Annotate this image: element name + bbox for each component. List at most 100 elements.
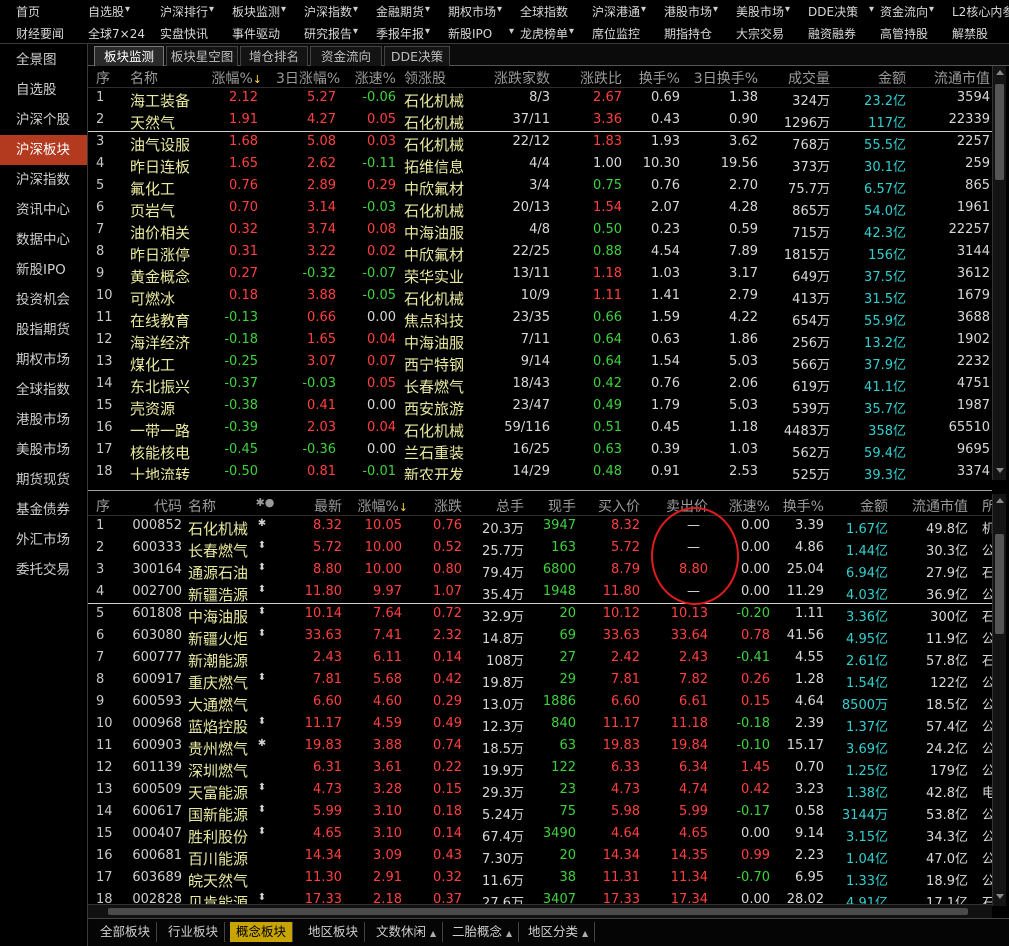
menu-item[interactable]: 财经要闻 [16,25,64,42]
table-row[interactable]: 14 600617 国新能源 ⬍ 5.99 3.10 0.18 5.24万 75 5.98 5.99… [88,802,992,824]
scroll-thumb[interactable] [995,534,1004,634]
menu-item[interactable]: 金融期货 [376,3,424,20]
table-row[interactable]: 4 002700 新疆浩源 ⬍ 11.80 9.97 1.07 35.4万 1948 11.80 —… [88,582,992,604]
column-header[interactable]: 涨幅%↓ [342,496,408,516]
sidebar-item[interactable]: 港股市场 [0,405,87,435]
scroll-up-arrow[interactable] [996,498,1004,503]
sidebar-item[interactable]: 股指期货 [0,315,87,345]
sidebar-item[interactable]: 全景图 [0,45,87,75]
sidebar-item[interactable]: 资讯中心 [0,195,87,225]
sidebar-item[interactable]: 期权市场 [0,345,87,375]
stock-horizontal-scrollbar[interactable] [88,904,992,918]
menu-item[interactable]: 期指持仓 [664,25,712,42]
menu-item[interactable]: 季报年报 [376,25,424,42]
table-row[interactable]: 12 601139 深圳燃气 6.31 3.61 0.22 19.9万 122 6.33 6.34… [88,758,992,780]
table-row[interactable]: 17 603689 皖天然气 11.30 2.91 0.32 11.6万 38 11.31 11.… [88,868,992,890]
menu-item[interactable]: 自选股 [88,3,124,20]
tab-6[interactable]: 地区分类 ▲ [522,922,596,942]
table-row[interactable]: 1 000852 石化机械 ✱ 8.32 10.05 0.76 20.3万 3947 8.32 — 0… [88,516,992,538]
column-header[interactable]: 序 [96,496,118,516]
tab-1[interactable]: 板块星空图 [166,46,238,66]
table-row[interactable]: 11 600903 贵州燃气 ✱ 19.83 3.88 0.74 18.5万 63 19.83 19… [88,736,992,758]
table-row[interactable]: 8 600917 重庆燃气 ⬍ 7.81 5.68 0.42 19.8万 29 7.81 7.82 0… [88,670,992,692]
table-row[interactable]: 7 600777 新潮能源 2.43 6.11 0.14 108万 27 2.42 2.43 -0.… [88,648,992,670]
menu-item[interactable]: 实盘快讯 [160,25,208,42]
sidebar-item[interactable]: 自选股 [0,75,87,105]
column-header[interactable]: 换手% [622,68,680,88]
menu-item[interactable]: 融资融券 [808,25,856,42]
column-header[interactable]: 涨跌 [408,496,462,516]
table-row[interactable]: 15 000407 胜利股份 ⬍ 4.65 3.10 0.14 67.4万 3490 4.64 4.… [88,824,992,846]
table-row[interactable]: 4 昨日连板 1.65 2.62 -0.11 拓维信息 4/4 1.00 10.30 19.56 3… [88,154,992,176]
tab-1[interactable]: 行业板块 [162,922,226,942]
menu-item[interactable]: 席位监控 [592,25,640,42]
column-header[interactable]: 名称 [130,68,206,88]
column-header[interactable]: 成交量 [748,68,830,88]
table-row[interactable]: 13 600509 天富能源 ⬍ 4.73 3.28 0.15 29.3万 23 4.73 4.74… [88,780,992,802]
column-header[interactable]: 代码 [118,496,182,516]
menu-item[interactable]: 大宗交易 [736,25,784,42]
menu-item[interactable]: L2核心内参 [952,3,1009,20]
column-header[interactable]: 最新 [280,496,342,516]
table-row[interactable]: 15 壳资源 -0.38 0.41 0.00 西安旅游 23/47 0.49 1.79 5.03 5… [88,396,992,418]
sidebar-item[interactable]: 新股IPO [0,255,87,285]
menu-item[interactable]: 港股市场 [664,3,712,20]
menu-item[interactable]: 美股市场 [736,3,784,20]
table-row[interactable]: 11 在线教育 -0.13 0.66 0.00 焦点科技 23/35 0.66 1.59 4.22… [88,308,992,330]
tab-3[interactable]: 地区板块 [302,922,366,942]
stock-scrollbar[interactable] [992,494,1006,906]
scroll-down-arrow[interactable] [996,468,1004,473]
sidebar-item[interactable]: 期货现货 [0,465,87,495]
sidebar-item[interactable]: 投资机会 [0,285,87,315]
table-row[interactable]: 17 核能核电 -0.45 -0.36 0.00 兰石重装 16/25 0.63 0.39 1.0… [88,440,992,462]
sidebar-item[interactable]: 沪深板块 [0,135,87,165]
menu-item[interactable]: 沪深港通 [592,3,640,20]
column-header[interactable]: 流通市值 [898,496,968,516]
column-header[interactable]: 买入价 [580,496,640,516]
table-row[interactable]: 3 油气设服 1.68 5.08 0.03 石化机械 22/12 1.83 1.93 3.62 76… [88,132,992,154]
sidebar-item[interactable]: 美股市场 [0,435,87,465]
menu-item[interactable]: 研究报告 [304,25,352,42]
table-row[interactable]: 2 天然气 1.91 4.27 0.05 石化机械 37/11 3.36 0.43 0.90 129… [88,110,992,132]
sidebar-item[interactable]: 委托交易 [0,555,87,585]
column-header[interactable]: 领涨股 [404,68,470,88]
menu-item[interactable]: 期权市场 [448,3,496,20]
table-row[interactable]: 16 600681 百川能源 14.34 3.09 0.43 7.30万 20 14.34 14.… [88,846,992,868]
scroll-down-arrow[interactable] [996,894,1004,899]
menu-item[interactable]: 板块监测 [232,3,280,20]
menu-item[interactable]: 新股IPO [448,25,492,42]
column-header[interactable]: 现手 [534,496,576,516]
column-header[interactable]: 金额 [840,68,906,88]
table-row[interactable]: 2 600333 长春燃气 ⬍ 5.72 10.00 0.52 25.7万 163 5.72 — 0.… [88,538,992,560]
tab-0[interactable]: 板块监测 [94,46,164,66]
tab-3[interactable]: 资金流向 [310,46,382,66]
column-header[interactable]: 卖出价 [650,496,708,516]
sidebar-item[interactable]: 沪深个股 [0,105,87,135]
table-row[interactable]: 9 600593 大通燃气 6.60 4.60 0.29 13.0万 1886 6.60 6.61… [88,692,992,714]
table-row[interactable]: 14 东北振兴 -0.37 -0.03 0.05 长春燃气 18/43 0.42 0.76 2.0… [88,374,992,396]
menu-item[interactable]: 资金流向 [880,3,928,20]
table-row[interactable]: 5 氟化工 0.76 2.89 0.29 中欣氟材 3/4 0.75 0.76 2.70 75.7万… [88,176,992,198]
sidebar-item[interactable]: 沪深指数 [0,165,87,195]
table-row[interactable]: 10 可燃冰 0.18 3.88 -0.05 石化机械 10/9 1.11 1.41 2.79 41… [88,286,992,308]
menu-item[interactable]: 首页 [16,3,40,20]
column-header[interactable]: 3日涨幅% [276,68,340,88]
column-header[interactable]: 涨跌家数 [486,68,550,88]
tab-4[interactable]: DDE决策 [384,46,450,66]
sector-scrollbar[interactable] [992,66,1006,480]
table-row[interactable]: 7 油价相关 0.32 3.74 0.08 中海油服 4/8 0.50 0.23 0.59 715万… [88,220,992,242]
table-row[interactable]: 13 煤化工 -0.25 3.07 0.07 西宁特钢 9/14 0.64 1.54 5.03 56… [88,352,992,374]
table-row[interactable]: 1 海工装备 2.12 5.27 -0.06 石化机械 8/3 2.67 0.69 1.38 324… [88,88,992,110]
column-header[interactable]: 涨速% [712,496,770,516]
scroll-thumb[interactable] [108,908,968,915]
sidebar-item[interactable]: 基金债券 [0,495,87,525]
sidebar-item[interactable]: 数据中心 [0,225,87,255]
table-row[interactable]: 8 昨日涨停 0.31 3.22 0.02 中欣氟材 22/25 0.88 4.54 7.89 18… [88,242,992,264]
column-header[interactable]: 换手% [764,496,824,516]
table-row[interactable]: 6 页岩气 0.70 3.14 -0.03 石化机械 20/13 1.54 2.07 4.28 86… [88,198,992,220]
menu-item[interactable]: 沪深指数 [304,3,352,20]
table-row[interactable]: 18 十地流转 -0.50 0.81 -0.01 新农开发 14/29 0.48 0.91 2.5… [88,462,992,480]
column-header[interactable]: 名称 [188,496,254,516]
sidebar-item[interactable]: 全球指数 [0,375,87,405]
table-row[interactable]: 9 黄金概念 0.27 -0.32 -0.07 荣华实业 13/11 1.18 1.03 3.17… [88,264,992,286]
